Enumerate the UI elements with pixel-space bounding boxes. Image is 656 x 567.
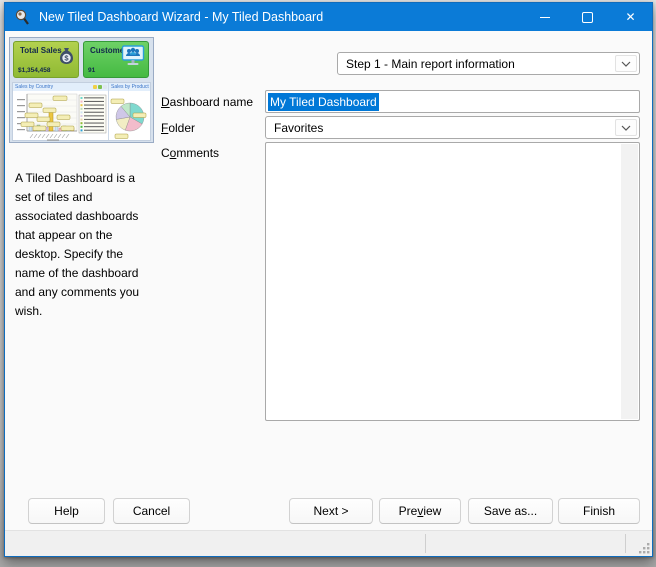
close-icon: ✕ bbox=[625, 11, 635, 23]
folder-label: Folder bbox=[161, 121, 195, 135]
preview-panel-sales-by-product-category: Sales by Product Category bbox=[109, 83, 150, 140]
wizard-dialog: New Tiled Dashboard Wizard - My Tiled Da… bbox=[4, 2, 653, 557]
customers-monitor-icon bbox=[121, 45, 145, 67]
folder-select[interactable]: Favorites bbox=[265, 116, 640, 139]
preview-tile-customers: Customers 91 bbox=[83, 41, 149, 78]
tile-value: 91 bbox=[88, 67, 95, 74]
dashboard-preview-image: Total Sales $ $1,354,458 Customers 91 bbox=[9, 37, 154, 143]
preview-button[interactable]: Preview bbox=[379, 498, 461, 524]
chevron-down-icon bbox=[621, 125, 631, 131]
preview-panel-header: Sales by Country bbox=[13, 83, 108, 91]
minimize-icon bbox=[540, 17, 550, 18]
preview-toolbar-icons bbox=[93, 85, 107, 89]
comments-textarea[interactable] bbox=[265, 142, 640, 421]
preview-panel-title: Sales by Product Category bbox=[109, 84, 150, 90]
magnifier-icon bbox=[14, 9, 31, 26]
step-selector-dropdown-button[interactable] bbox=[615, 55, 637, 72]
step-selector[interactable]: Step 1 - Main report information bbox=[337, 52, 640, 75]
dashboard-name-input[interactable]: My Tiled Dashboard bbox=[265, 90, 640, 113]
cancel-button[interactable]: Cancel bbox=[113, 498, 190, 524]
tile-label: Total Sales bbox=[20, 46, 62, 55]
comments-scrollbar[interactable] bbox=[621, 144, 638, 419]
title-bar: New Tiled Dashboard Wizard - My Tiled Da… bbox=[5, 3, 652, 31]
preview-bar-chart bbox=[13, 91, 108, 142]
help-button[interactable]: Help bbox=[28, 498, 105, 524]
preview-panel-header: Sales by Product Category bbox=[109, 83, 150, 91]
comments-value bbox=[266, 143, 274, 420]
dashboard-name-selected-text: My Tiled Dashboard bbox=[268, 93, 379, 111]
close-button[interactable]: ✕ bbox=[609, 3, 652, 31]
status-bar-divider bbox=[625, 534, 626, 553]
chevron-down-icon bbox=[621, 61, 631, 67]
folder-dropdown-button[interactable] bbox=[615, 119, 637, 136]
money-bag-icon: $ bbox=[58, 45, 75, 65]
step-selector-value: Step 1 - Main report information bbox=[338, 57, 515, 71]
preview-panel-title: Sales by Country bbox=[13, 84, 53, 90]
comments-label: Comments bbox=[161, 146, 219, 160]
minimize-button[interactable] bbox=[523, 3, 566, 31]
status-bar-divider bbox=[425, 534, 426, 553]
tile-value: $1,354,458 bbox=[18, 67, 51, 74]
preview-tile-total-sales: Total Sales $ $1,354,458 bbox=[13, 41, 79, 78]
resize-grip-icon[interactable] bbox=[639, 543, 650, 554]
window-title: New Tiled Dashboard Wizard - My Tiled Da… bbox=[39, 10, 323, 24]
next-button[interactable]: Next > bbox=[289, 498, 373, 524]
wizard-info-text: A Tiled Dashboard is a set of tiles and … bbox=[15, 169, 151, 321]
status-bar bbox=[5, 530, 652, 556]
preview-panel-sales-by-country: Sales by Country bbox=[13, 83, 109, 140]
dashboard-name-label: Dashboard name bbox=[161, 95, 253, 109]
finish-button[interactable]: Finish bbox=[558, 498, 640, 524]
folder-select-value: Favorites bbox=[266, 121, 323, 135]
maximize-button[interactable] bbox=[566, 3, 609, 31]
maximize-icon bbox=[582, 12, 593, 23]
preview-dashboard-screenshot: Sales by Country bbox=[12, 82, 151, 141]
save-as-button[interactable]: Save as... bbox=[468, 498, 553, 524]
preview-pie-chart bbox=[109, 91, 150, 142]
